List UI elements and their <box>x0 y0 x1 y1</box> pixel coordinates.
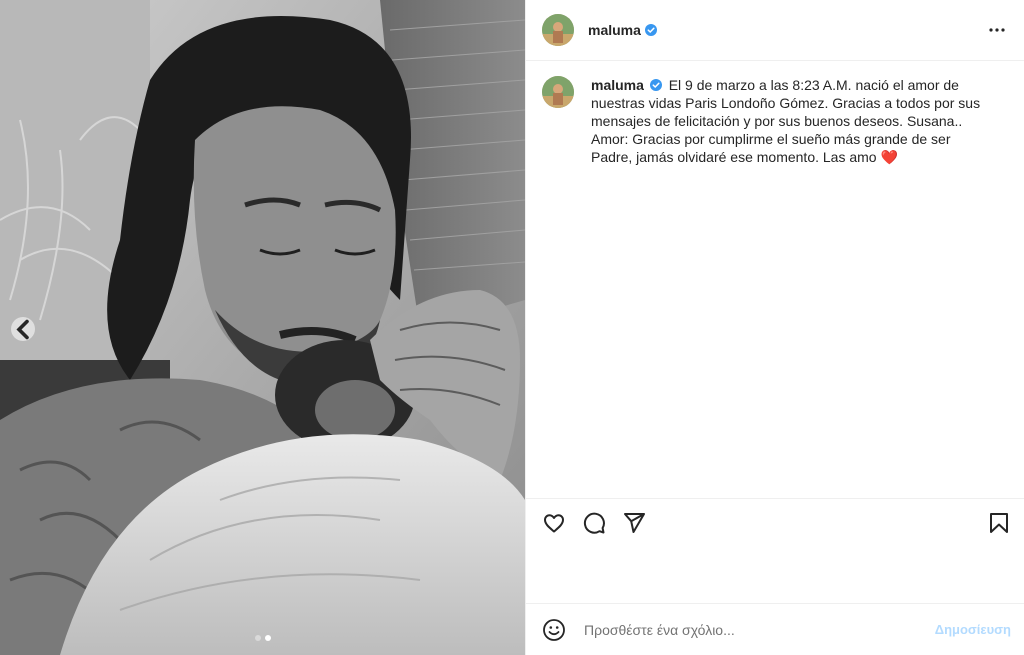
emoji-icon[interactable] <box>542 618 566 642</box>
more-options-icon[interactable] <box>985 18 1009 42</box>
avatar-image <box>542 76 574 108</box>
send-icon[interactable] <box>622 511 646 535</box>
bookmark-icon[interactable] <box>987 511 1011 535</box>
caption-username[interactable]: maluma <box>591 77 644 93</box>
heart-emoji: ❤️ <box>880 149 898 165</box>
post-photo[interactable] <box>0 0 525 655</box>
verified-badge-icon <box>644 24 657 36</box>
post-comment-button[interactable]: Δημοσίευση <box>935 622 1011 637</box>
post-image <box>0 0 525 655</box>
carousel-dot <box>254 635 261 641</box>
verified-badge-icon <box>649 79 662 91</box>
carousel-prev-button[interactable] <box>11 317 35 341</box>
carousel-dot-active <box>264 635 271 641</box>
chevron-left-icon <box>16 319 29 339</box>
post-actions <box>526 498 1024 548</box>
caption-text: maluma El 9 de marzo a las 8:23 A.M. nac… <box>591 76 982 166</box>
post-caption: maluma El 9 de marzo a las 8:23 A.M. nac… <box>542 76 982 166</box>
avatar[interactable] <box>542 14 574 46</box>
carousel-indicator <box>0 635 525 641</box>
heart-icon[interactable] <box>542 511 566 535</box>
comment-bar: Δημοσίευση <box>526 603 1024 655</box>
caption-avatar[interactable] <box>542 76 574 108</box>
avatar-image <box>542 14 574 46</box>
username[interactable]: maluma <box>588 22 641 38</box>
post-side-panel: maluma maluma El 9 de marzo a las 8:23 A… <box>525 0 1024 655</box>
comment-icon[interactable] <box>582 511 606 535</box>
comment-input[interactable] <box>582 620 916 639</box>
post-header: maluma <box>526 0 1024 61</box>
